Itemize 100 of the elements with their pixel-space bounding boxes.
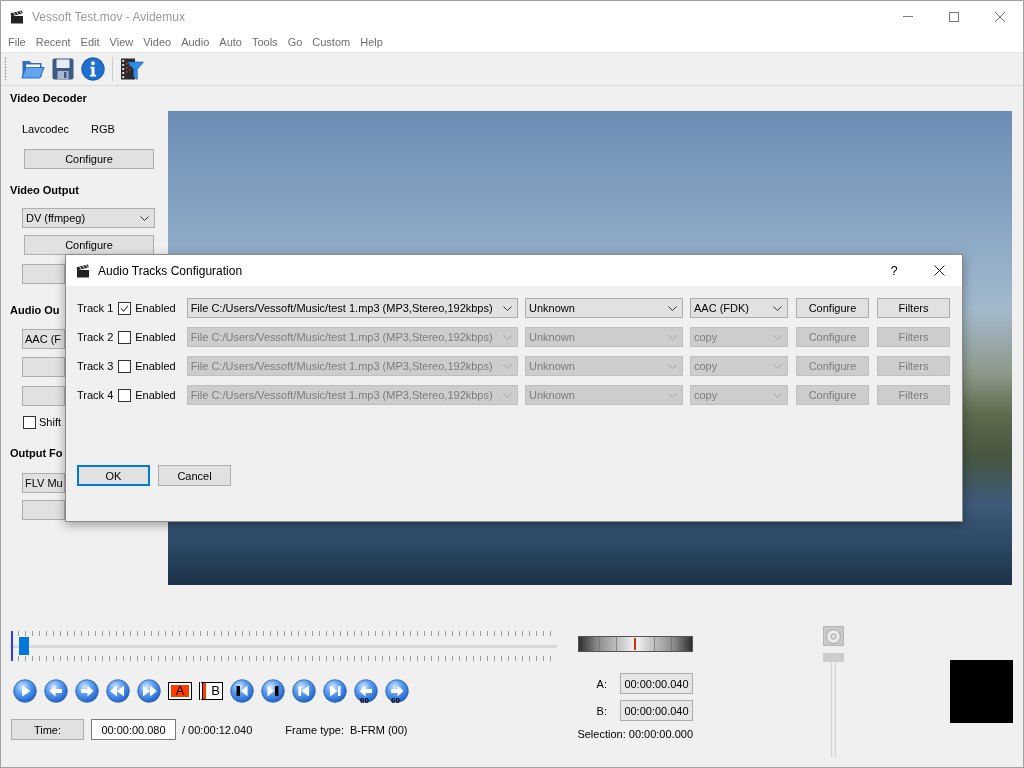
maximize-icon <box>949 11 959 22</box>
timeline-thumb[interactable] <box>19 637 30 655</box>
ok-button[interactable]: OK <box>77 465 150 486</box>
language-dropdown[interactable]: Unknown <box>525 385 683 405</box>
configure-button[interactable]: Configure <box>24 235 154 255</box>
bar-triangle-back-icon <box>230 679 254 703</box>
total-duration: / 00:00:12.040 <box>182 723 253 736</box>
menu-item[interactable]: Help <box>360 35 383 49</box>
checkbox-label: Enabled <box>135 331 176 343</box>
decoder-name: Lavcodec <box>22 122 70 136</box>
checkbox-label: Enabled <box>135 360 176 372</box>
menu-item[interactable]: Audio <box>181 35 210 49</box>
enabled-checkbox[interactable] <box>118 330 132 344</box>
audio-codec-dropdown[interactable]: AAC (F <box>22 329 65 349</box>
menu-item[interactable]: Recent <box>35 35 71 49</box>
cancel-button[interactable]: Cancel <box>158 465 231 486</box>
container-format-dropdown[interactable]: FLV Mu <box>22 473 65 493</box>
configure-button[interactable]: Configure <box>796 298 869 318</box>
frame-type-label: Frame type: <box>285 723 345 736</box>
marker-a-field[interactable]: 00:00:00.040 <box>620 673 693 694</box>
caret-icon <box>503 305 512 311</box>
menu-item[interactable]: File <box>8 35 26 49</box>
section-heading: Video Decoder <box>10 91 87 105</box>
enabled-checkbox[interactable] <box>118 301 132 315</box>
caret-icon <box>503 392 512 398</box>
source-dropdown[interactable]: File C:/Users/Vessoft/Music/test 1.mp3 (MP3,Stereo,192kbps) <box>186 298 518 318</box>
menu-item[interactable]: Video <box>143 35 172 49</box>
last-frame-button[interactable] <box>323 679 347 703</box>
play-icon <box>13 679 37 703</box>
marker-b-button[interactable]: B <box>199 682 223 700</box>
codec-dropdown[interactable]: AAC (FDK) <box>690 298 788 318</box>
marker-a-label: A: <box>596 677 607 690</box>
caret-icon <box>668 334 677 340</box>
skip-start-icon <box>292 679 316 703</box>
triangle-bar-forward-icon <box>261 679 285 703</box>
previous-keyframe-button[interactable] <box>106 679 130 703</box>
shift-checkbox[interactable] <box>23 415 36 429</box>
bar-back-button[interactable] <box>230 679 254 703</box>
codec-dropdown[interactable]: copy <box>690 327 788 347</box>
caret-icon <box>668 363 677 369</box>
minimize-icon <box>903 16 913 17</box>
configure-button[interactable]: Configure <box>24 149 154 169</box>
caret-icon <box>773 363 782 369</box>
section-heading: Audio Ou <box>10 303 60 317</box>
caret-icon <box>668 392 677 398</box>
toolbar-grip[interactable] <box>4 57 7 81</box>
marker-a-button[interactable]: A <box>168 682 192 700</box>
marker-b-field[interactable]: 00:00:00.040 <box>620 700 693 721</box>
time-field[interactable]: 00:00:00.080 <box>91 719 176 740</box>
checkbox-label: Enabled <box>135 389 176 401</box>
video-codec-dropdown[interactable]: DV (ffmpeg) <box>22 208 155 228</box>
caret-icon <box>503 334 512 340</box>
window-title: Vessoft Test.mov - Avidemux <box>32 9 185 24</box>
language-dropdown[interactable]: Unknown <box>525 356 683 376</box>
close-icon <box>933 265 945 276</box>
help-button[interactable]: ? <box>876 255 912 286</box>
jog-shuttle[interactable] <box>578 636 693 652</box>
close-icon <box>995 11 1005 22</box>
next-frame-button[interactable] <box>75 679 99 703</box>
previous-frame-button[interactable] <box>44 679 68 703</box>
next-keyframe-button[interactable] <box>137 679 161 703</box>
back-60-button[interactable]: 60 <box>354 679 378 703</box>
time-button[interactable]: Time: <box>11 719 84 740</box>
enabled-checkbox[interactable] <box>118 388 132 402</box>
menu-item[interactable]: Auto <box>219 35 242 49</box>
audio-meter-panel <box>950 660 1013 723</box>
bar-forward-button[interactable] <box>261 679 285 703</box>
section-heading: Video Output <box>10 183 79 197</box>
clapperboard-icon <box>76 263 90 278</box>
language-dropdown[interactable]: Unknown <box>525 327 683 347</box>
volume-handle[interactable] <box>823 653 844 662</box>
info-button[interactable] <box>79 55 107 83</box>
first-frame-button[interactable] <box>292 679 316 703</box>
codec-dropdown[interactable]: copy <box>690 385 788 405</box>
menu-item[interactable]: View <box>109 35 134 49</box>
color-format: RGB <box>91 122 115 136</box>
codec-dropdown[interactable]: copy <box>690 356 788 376</box>
forward-60-button[interactable]: 60 <box>385 679 409 703</box>
selection-duration: Selection: 00:00:00.000 <box>577 727 693 741</box>
caret-icon <box>140 215 149 221</box>
filters-button[interactable]: Filters <box>877 298 950 318</box>
menu-item[interactable]: Custom <box>312 35 351 49</box>
play-button[interactable] <box>13 679 37 703</box>
caret-icon <box>773 305 782 311</box>
info-icon <box>81 57 105 81</box>
menu-item[interactable]: Tools <box>251 35 278 49</box>
checkmark-icon <box>120 304 130 312</box>
checkbox-label: Shift <box>39 416 61 428</box>
track-label: Track 1 <box>77 302 114 314</box>
menu-item[interactable]: Go <box>287 35 303 49</box>
language-dropdown[interactable]: Unknown <box>525 298 683 318</box>
marker-b-label: B: <box>596 704 607 717</box>
menu-item[interactable]: Edit <box>80 35 100 49</box>
caret-icon <box>773 392 782 398</box>
caret-icon <box>503 363 512 369</box>
film-funnel-icon <box>120 57 144 81</box>
caret-icon <box>773 334 782 340</box>
clapperboard-icon <box>10 9 24 24</box>
enabled-checkbox[interactable] <box>118 359 132 373</box>
skip-end-icon <box>323 679 347 703</box>
